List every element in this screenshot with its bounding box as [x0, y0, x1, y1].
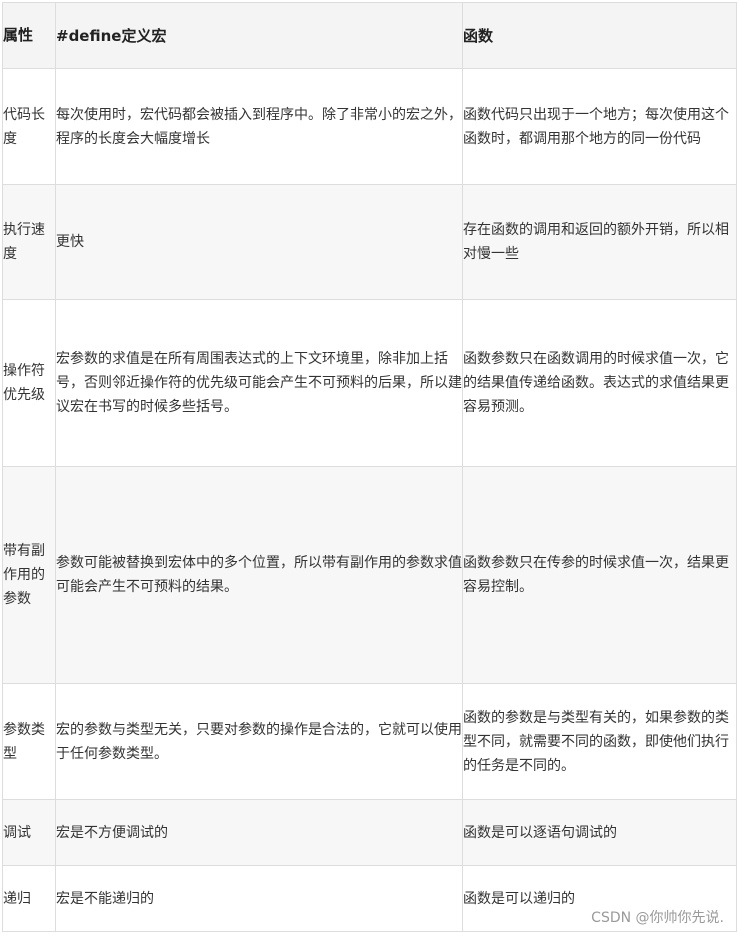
row-function-cell: 函数参数只在传参的时候求值一次，结果更容易控制。 [462, 466, 737, 684]
header-attribute: 属性 [2, 2, 56, 69]
row-function-cell: 函数是可以逐语句调试的 [462, 799, 737, 866]
header-function: 函数 [462, 2, 737, 69]
header-macro: #define定义宏 [55, 2, 463, 69]
csdn-watermark: CSDN @你帅你先说. [591, 910, 724, 926]
row-macro-cell: 更快 [55, 184, 463, 300]
row-function-cell: 函数代码只出现于一个地方；每次使用这个函数时，都调用那个地方的同一份代码 [462, 68, 737, 185]
row-function-cell: 存在函数的调用和返回的额外开销，所以相对慢一些 [462, 184, 737, 300]
row-macro-cell: 宏是不方便调试的 [55, 799, 463, 866]
row-attribute: 操作符优先级 [2, 299, 56, 467]
row-attribute: 参数类型 [2, 683, 56, 800]
row-function-cell: 函数参数只在函数调用的时候求值一次，它的结果值传递给函数。表达式的求值结果更容易… [462, 299, 737, 467]
table-row: 执行速度 更快 存在函数的调用和返回的额外开销，所以相对慢一些 [2, 184, 737, 300]
table-row: 带有副作用的参数 参数可能被替换到宏体中的多个位置，所以带有副作用的参数求值可能… [2, 466, 737, 684]
table-row: 代码长度 每次使用时，宏代码都会被插入到程序中。除了非常小的宏之外，程序的长度会… [2, 68, 737, 185]
row-attribute: 代码长度 [2, 68, 56, 185]
row-attribute: 执行速度 [2, 184, 56, 300]
row-macro-cell: 宏参数的求值是在所有周围表达式的上下文环境里，除非加上括号，否则邻近操作符的优先… [55, 299, 463, 467]
row-macro-cell: 参数可能被替换到宏体中的多个位置，所以带有副作用的参数求值可能会产生不可预料的结… [55, 466, 463, 684]
comparison-table: 属性 #define定义宏 函数 代码长度 每次使用时，宏代码都会被插入到程序中… [2, 2, 737, 932]
table-row: 调试 宏是不方便调试的 函数是可以逐语句调试的 [2, 799, 737, 866]
table-row: 参数类型 宏的参数与类型无关，只要对参数的操作是合法的，它就可以使用于任何参数类… [2, 683, 737, 800]
row-attribute: 调试 [2, 799, 56, 866]
row-attribute: 带有副作用的参数 [2, 466, 56, 684]
row-macro-cell: 宏是不能递归的 [55, 865, 463, 932]
row-function-cell: 函数的参数是与类型有关的，如果参数的类型不同，就需要不同的函数，即使他们执行的任… [462, 683, 737, 800]
table-row: 操作符优先级 宏参数的求值是在所有周围表达式的上下文环境里，除非加上括号，否则邻… [2, 299, 737, 467]
row-macro-cell: 宏的参数与类型无关，只要对参数的操作是合法的，它就可以使用于任何参数类型。 [55, 683, 463, 800]
table-header-row: 属性 #define定义宏 函数 [2, 2, 737, 69]
row-attribute: 递归 [2, 865, 56, 932]
row-macro-cell: 每次使用时，宏代码都会被插入到程序中。除了非常小的宏之外，程序的长度会大幅度增长 [55, 68, 463, 185]
